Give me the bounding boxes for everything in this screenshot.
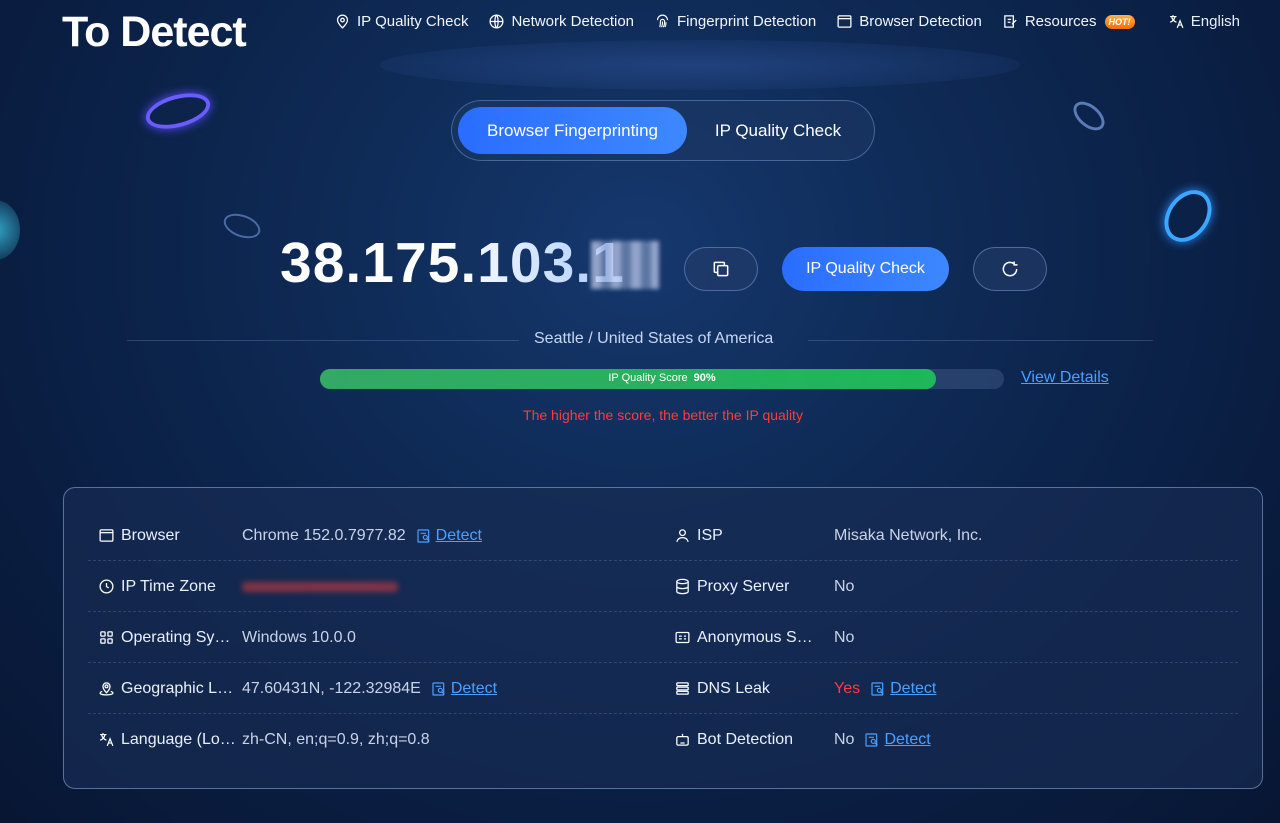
nav-network-detection[interactable]: Network Detection bbox=[488, 13, 634, 30]
nav-label: IP Quality Check bbox=[357, 13, 469, 30]
detect-link[interactable]: Detect bbox=[431, 680, 497, 698]
bot-detection-value: No Detect bbox=[834, 730, 931, 749]
map-pin-icon bbox=[99, 682, 114, 696]
view-details-link[interactable]: View Details bbox=[1021, 369, 1109, 387]
os-label: Operating Sy… bbox=[98, 612, 238, 663]
language-label: English bbox=[1190, 13, 1240, 30]
decorative-ring bbox=[1154, 181, 1222, 251]
ip-redaction bbox=[591, 241, 659, 289]
language-label: Language (Lo… bbox=[98, 714, 238, 765]
tab-browser-fingerprinting[interactable]: Browser Fingerprinting bbox=[458, 107, 687, 154]
logo[interactable]: To Detect bbox=[62, 8, 247, 57]
table-row: Operating Sy… Windows 10.0.0 Anonymous S… bbox=[88, 612, 1238, 663]
ip-address: 38.175.103.1 bbox=[280, 231, 625, 295]
fingerprint-icon bbox=[656, 14, 669, 28]
isp-label: ISP bbox=[674, 510, 814, 561]
detect-link[interactable]: Detect bbox=[864, 731, 931, 749]
location-pin-icon bbox=[336, 14, 349, 29]
mode-tabs: Browser Fingerprinting IP Quality Check bbox=[451, 100, 875, 161]
hot-badge: HOT! bbox=[1104, 14, 1135, 29]
refresh-button[interactable] bbox=[973, 247, 1047, 291]
table-row: IP Time Zone Proxy Server No bbox=[88, 561, 1238, 612]
proxy-value: No bbox=[834, 577, 855, 595]
detect-icon bbox=[865, 732, 879, 747]
location-text: Seattle / United States of America bbox=[534, 330, 774, 347]
score-text: IP Quality Score 90% bbox=[320, 372, 1004, 384]
nav-label: Fingerprint Detection bbox=[677, 13, 817, 30]
table-row: Language (Lo… zh-CN, en;q=0.9, zh;q=0.8 … bbox=[88, 714, 1238, 765]
anonymous-server-value: No bbox=[834, 628, 855, 646]
edit-doc-icon bbox=[1004, 15, 1017, 28]
table-row: Browser Chrome 152.0.7977.82 Detect ISP … bbox=[88, 510, 1238, 561]
browser-value: Chrome 152.0.7977.82 Detect bbox=[242, 526, 482, 545]
language-selector[interactable]: English bbox=[1168, 13, 1240, 30]
anonymous-server-label: Anonymous Ser… bbox=[674, 612, 814, 663]
top-header: To Detect IP Quality Check Network Detec… bbox=[0, 0, 1280, 56]
translate-icon bbox=[99, 733, 114, 747]
dns-leak-value: Yes Detect bbox=[834, 679, 937, 698]
ip-quality-score-bar: IP Quality Score 90% bbox=[320, 369, 1004, 389]
geo-label: Geographic L… bbox=[98, 663, 238, 714]
clock-icon bbox=[99, 579, 114, 594]
timezone-value bbox=[242, 561, 398, 612]
table-row: Geographic L… 47.60431N, -122.32984E Det… bbox=[88, 663, 1238, 714]
globe-icon bbox=[489, 14, 504, 29]
id-card-icon bbox=[675, 631, 690, 644]
score-hint: The higher the score, the better the IP … bbox=[523, 407, 803, 423]
database-icon bbox=[676, 578, 689, 595]
divider bbox=[808, 340, 1153, 341]
timezone-redaction bbox=[242, 581, 398, 592]
decorative-ring bbox=[1068, 96, 1110, 136]
language-value: zh-CN, en;q=0.9, zh;q=0.8 bbox=[242, 730, 430, 748]
nav-ip-quality-check[interactable]: IP Quality Check bbox=[334, 13, 468, 30]
detect-icon bbox=[417, 528, 430, 543]
background-glow-left bbox=[0, 200, 20, 260]
tab-ip-quality-check[interactable]: IP Quality Check bbox=[692, 107, 864, 154]
main-nav: IP Quality Check Network Detection Finge… bbox=[334, 13, 1135, 30]
os-value: Windows 10.0.0 bbox=[242, 628, 356, 646]
score-label: IP Quality Score bbox=[608, 372, 688, 384]
copy-button[interactable] bbox=[684, 247, 758, 291]
nav-browser-detection[interactable]: Browser Detection bbox=[836, 13, 982, 30]
nav-fingerprint-detection[interactable]: Fingerprint Detection bbox=[654, 13, 816, 30]
browser-window-icon bbox=[99, 529, 114, 542]
detect-link[interactable]: Detect bbox=[870, 680, 936, 698]
ip-quality-check-button[interactable]: IP Quality Check bbox=[782, 247, 949, 291]
dns-leak-label: DNS Leak bbox=[674, 663, 814, 714]
detect-icon bbox=[432, 681, 445, 696]
nav-label: Resources bbox=[1024, 13, 1097, 30]
nav-label: Network Detection bbox=[511, 13, 635, 30]
timezone-label: IP Time Zone bbox=[98, 561, 238, 612]
detect-icon bbox=[871, 681, 884, 696]
score-value: 90% bbox=[693, 372, 716, 384]
grid-icon bbox=[100, 631, 113, 644]
server-icon bbox=[676, 682, 689, 695]
nav-resources[interactable]: Resources HOT! bbox=[1002, 13, 1135, 30]
nav-label: Browser Detection bbox=[859, 13, 982, 30]
bot-detection-label: Bot Detection bbox=[674, 714, 814, 765]
refresh-icon bbox=[1002, 261, 1018, 277]
geo-value: 47.60431N, -122.32984E Detect bbox=[242, 679, 498, 698]
decorative-ring bbox=[141, 87, 215, 135]
copy-icon bbox=[713, 261, 729, 277]
user-icon bbox=[676, 529, 689, 543]
translate-icon bbox=[1169, 15, 1184, 29]
info-card: Browser Chrome 152.0.7977.82 Detect ISP … bbox=[63, 487, 1263, 789]
proxy-label: Proxy Server bbox=[674, 561, 814, 612]
isp-value: Misaka Network, Inc. bbox=[834, 526, 983, 544]
browser-window-icon bbox=[837, 15, 852, 28]
decorative-ring bbox=[220, 209, 264, 243]
detect-link[interactable]: Detect bbox=[416, 527, 482, 545]
location-row: Seattle / United States of America bbox=[127, 330, 1153, 350]
divider bbox=[127, 340, 519, 341]
browser-label: Browser bbox=[98, 510, 238, 561]
robot-icon bbox=[676, 733, 689, 746]
